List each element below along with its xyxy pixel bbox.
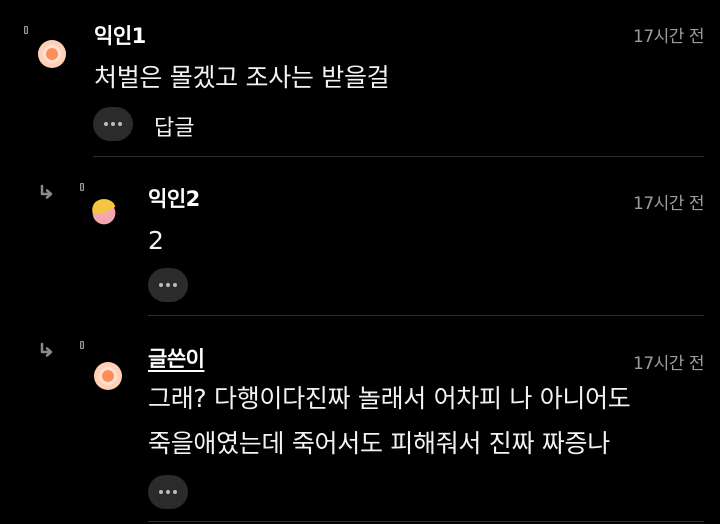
moon-avatar[interactable] (90, 199, 118, 227)
dot-icon (159, 283, 163, 287)
comment-text-line: 그래? 다행이다진짜 놀래서 어차피 나 아니어도 (148, 384, 631, 413)
dot-icon (111, 122, 115, 126)
dot-icon (166, 490, 170, 494)
reply-arrow-icon (40, 342, 53, 357)
reply-comment-item: 글쓴이 17시간 전 그래? 다행이다진짜 놀래서 어차피 나 아니어도 죽을애… (0, 315, 720, 524)
comment-thread: 익인1 17시간 전 처벌은 몰겠고 조사는 받을걸 답글 익인2 17시간 전… (0, 0, 720, 524)
comment-author[interactable]: 익인1 (94, 20, 146, 50)
dot-icon (173, 283, 177, 287)
dot-icon (173, 490, 177, 494)
comment-time: 17시간 전 (633, 194, 704, 214)
orange-circle-avatar[interactable] (38, 40, 66, 68)
more-options-button[interactable] (93, 107, 133, 141)
more-options-button[interactable] (148, 475, 188, 509)
comment-text-line: 죽을애였는데 죽어서도 피해줘서 진짜 짜증나 (148, 429, 610, 458)
dot-icon (104, 122, 108, 126)
comment-item: 익인1 17시간 전 처벌은 몰겠고 조사는 받을걸 답글 (0, 0, 720, 157)
divider (148, 521, 704, 522)
comment-time: 17시간 전 (633, 354, 704, 374)
comment-text: 2 (148, 226, 164, 255)
comment-time: 17시간 전 (633, 27, 704, 47)
comment-author[interactable]: 글쓴이 (148, 343, 205, 373)
badge-marker-icon (24, 26, 28, 34)
reply-button[interactable]: 답글 (154, 110, 194, 142)
comment-author[interactable]: 익인2 (148, 183, 200, 213)
reply-arrow-icon (40, 184, 53, 199)
reply-comment-item: 익인2 17시간 전 2 (0, 157, 720, 316)
comment-text: 처벌은 몰겠고 조사는 받을걸 (94, 63, 390, 92)
orange-circle-avatar[interactable] (94, 362, 122, 390)
badge-marker-icon (80, 341, 84, 349)
dot-icon (159, 490, 163, 494)
dot-icon (166, 283, 170, 287)
badge-marker-icon (80, 183, 84, 191)
more-options-button[interactable] (148, 268, 188, 302)
dot-icon (118, 122, 122, 126)
